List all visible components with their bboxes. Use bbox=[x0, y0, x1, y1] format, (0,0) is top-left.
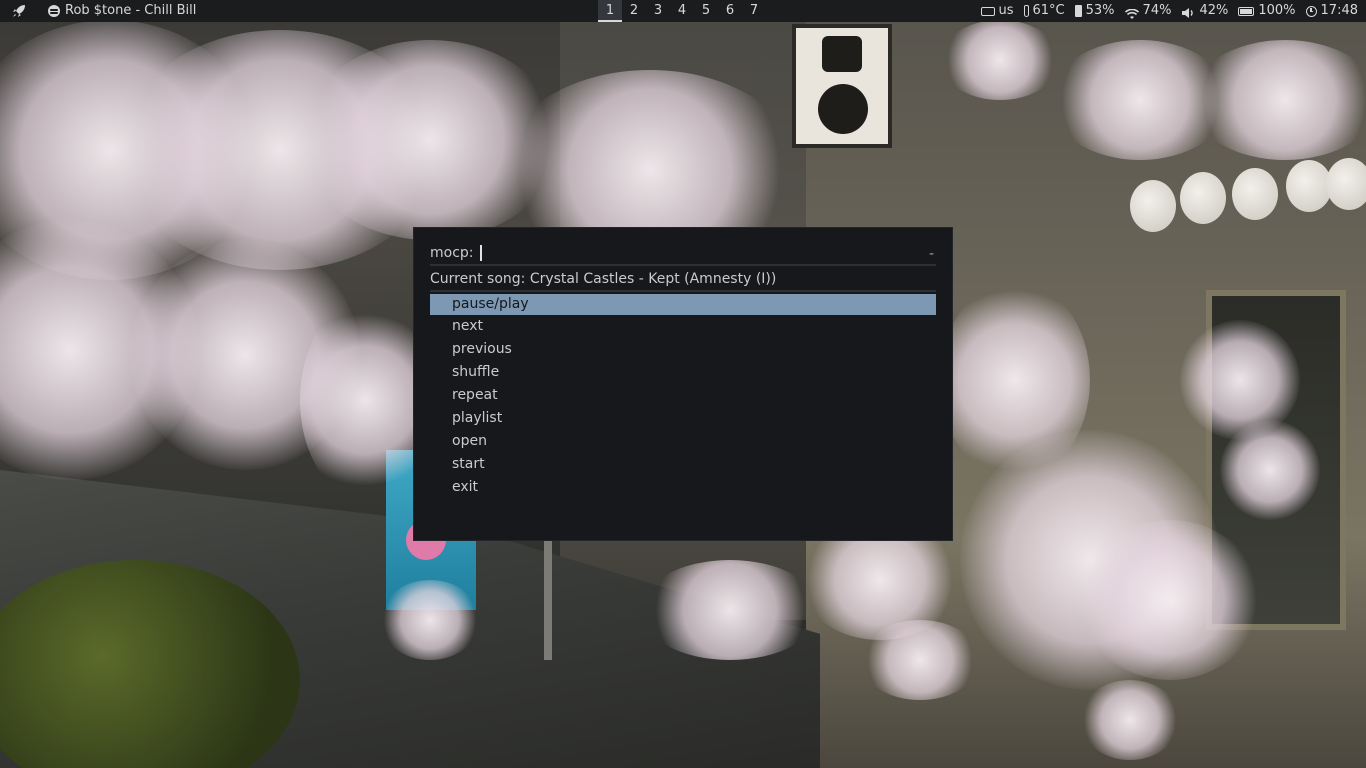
keyboard-icon bbox=[980, 6, 995, 16]
menu-item-pause-play[interactable]: pause/play bbox=[430, 294, 936, 315]
wifi-status[interactable]: 74% bbox=[1124, 0, 1172, 22]
workspace-7[interactable]: 7 bbox=[742, 0, 766, 22]
clock-icon bbox=[1305, 5, 1317, 17]
volume-icon bbox=[1181, 5, 1195, 18]
spotify-icon bbox=[48, 5, 60, 17]
menu-list: pause/play next previous shuffle repeat … bbox=[430, 294, 936, 499]
mocp-menu: mocp: - Current song: Crystal Castles - … bbox=[414, 228, 952, 540]
menu-item-playlist[interactable]: playlist bbox=[430, 407, 936, 430]
menu-item-exit[interactable]: exit bbox=[430, 476, 936, 499]
top-panel: Rob $tone - Chill Bill 1 2 3 4 5 6 7 us … bbox=[0, 0, 1366, 22]
volume-text: 42% bbox=[1199, 3, 1229, 18]
workspace-4[interactable]: 4 bbox=[670, 0, 694, 22]
menu-item-previous[interactable]: previous bbox=[430, 338, 936, 361]
temperature: 61°C bbox=[1023, 0, 1065, 22]
workspace-5[interactable]: 5 bbox=[694, 0, 718, 22]
battery-vertical-icon bbox=[1074, 5, 1082, 17]
volume[interactable]: 42% bbox=[1181, 0, 1228, 22]
battery-level: 53% bbox=[1074, 0, 1115, 22]
current-song-message: Current song: Crystal Castles - Kept (Am… bbox=[430, 266, 936, 292]
wifi-icon bbox=[1124, 6, 1139, 19]
battery-text: 100% bbox=[1258, 3, 1296, 18]
thermometer-icon bbox=[1023, 5, 1029, 17]
menu-item-open[interactable]: open bbox=[430, 430, 936, 453]
now-playing[interactable]: Rob $tone - Chill Bill bbox=[48, 0, 196, 22]
now-playing-text: Rob $tone - Chill Bill bbox=[65, 3, 197, 18]
clock-text: 17:48 bbox=[1320, 3, 1358, 18]
wallpaper-sign bbox=[792, 24, 892, 148]
menu-item-next[interactable]: next bbox=[430, 315, 936, 338]
battery-icon bbox=[1238, 6, 1255, 16]
wifi-text: 74% bbox=[1142, 3, 1172, 18]
battery: 100% bbox=[1238, 0, 1296, 22]
rocket-icon[interactable] bbox=[10, 2, 28, 20]
case-indicator: - bbox=[928, 246, 934, 262]
temperature-text: 61°C bbox=[1032, 3, 1065, 18]
menu-item-start[interactable]: start bbox=[430, 453, 936, 476]
menu-item-repeat[interactable]: repeat bbox=[430, 384, 936, 407]
keyboard-layout[interactable]: us bbox=[980, 0, 1014, 22]
keyboard-layout-text: us bbox=[998, 3, 1014, 18]
battery-level-text: 53% bbox=[1085, 3, 1115, 18]
workspace-3[interactable]: 3 bbox=[646, 0, 670, 22]
clock[interactable]: 17:48 bbox=[1305, 0, 1358, 22]
prompt-label: mocp: bbox=[430, 245, 474, 261]
workspace-1[interactable]: 1 bbox=[598, 0, 622, 22]
workspace-2[interactable]: 2 bbox=[622, 0, 646, 22]
filter-input[interactable] bbox=[481, 243, 936, 263]
workspace-6[interactable]: 6 bbox=[718, 0, 742, 22]
workspace-switcher: 1 2 3 4 5 6 7 bbox=[598, 0, 766, 22]
menu-item-shuffle[interactable]: shuffle bbox=[430, 361, 936, 384]
prompt-row: mocp: - bbox=[430, 242, 936, 266]
